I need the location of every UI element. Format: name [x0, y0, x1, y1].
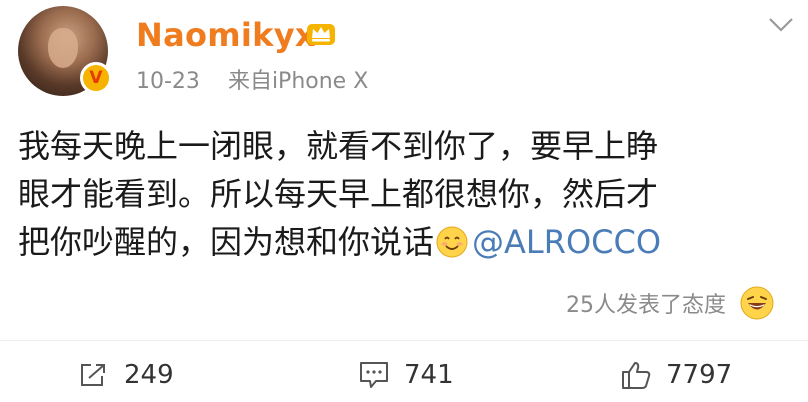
verified-badge: V	[80, 62, 112, 94]
divider	[0, 340, 808, 341]
comment-button[interactable]: 741	[358, 360, 454, 390]
grin-emoji-icon	[740, 286, 774, 320]
content-line: 眼才能看到。所以每天早上都很想你，然后才	[18, 175, 659, 213]
username[interactable]: Naomikyx	[136, 16, 316, 54]
repost-button[interactable]: 249	[78, 360, 174, 390]
comment-icon	[360, 362, 388, 388]
crown-icon	[307, 24, 335, 45]
content-line: 我每天晚上一闭眼，就看不到你了，要早上睁	[18, 127, 659, 165]
smile-emoji-icon	[436, 226, 468, 258]
mention-link[interactable]: @ALROCCO	[472, 223, 661, 261]
reactions-text: 25人发表了态度	[566, 293, 726, 318]
chevron-down-icon[interactable]	[768, 16, 794, 34]
content-line-last: 把你吵醒的，因为想和你说话 @ALROCCO	[18, 218, 798, 266]
post-content: 我每天晚上一闭眼，就看不到你了，要早上睁 眼才能看到。所以每天早上都很想你，然后…	[18, 122, 798, 266]
post-source[interactable]: 来自iPhone X	[228, 69, 368, 94]
like-count: 7797	[666, 360, 733, 390]
like-button[interactable]: 7797	[620, 360, 732, 390]
reactions-summary[interactable]: 25人发表了态度	[566, 286, 774, 320]
post-meta: 10-23 来自iPhone X	[136, 63, 368, 95]
repost-count: 249	[124, 360, 174, 390]
content-text: 把你吵醒的，因为想和你说话	[18, 223, 435, 261]
thumbs-up-icon	[622, 362, 651, 389]
comment-count: 741	[404, 360, 454, 390]
post-time: 10-23	[136, 69, 200, 94]
avatar-face	[48, 28, 78, 68]
repost-icon	[81, 364, 105, 386]
